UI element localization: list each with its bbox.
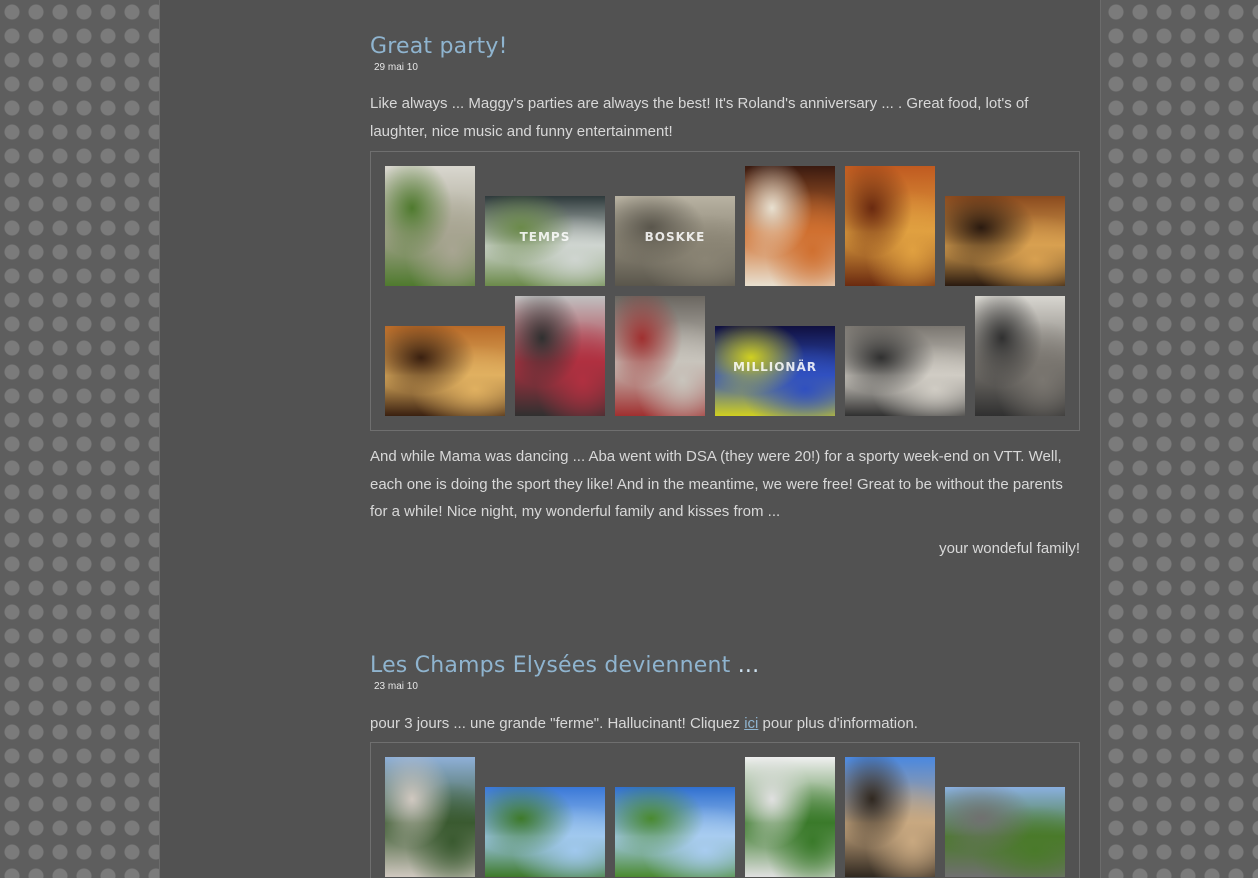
photo-stage-1[interactable]	[615, 296, 705, 416]
photo-park-2[interactable]	[615, 787, 735, 877]
photo-caption-text: BOSKKE	[644, 230, 706, 245]
post-title-ellipsis[interactable]: ...	[738, 653, 760, 678]
post-title[interactable]: Great party!	[370, 34, 1080, 60]
photo-stage-3[interactable]	[975, 296, 1065, 416]
blog-post: Great party! 29 mai 10 Like always ... M…	[370, 34, 1080, 557]
photo-avenue-crowd[interactable]	[385, 757, 475, 877]
photo-cellar-guests[interactable]	[945, 196, 1065, 286]
post-body: And while Mama was dancing ... Aba went …	[370, 448, 1063, 520]
photo-cellar-crowd[interactable]	[385, 326, 505, 416]
photo-caption-text: MILLIONÄR	[733, 360, 817, 375]
post-date: 29 mai 10	[374, 62, 418, 73]
photo-caption-text: TEMPS	[519, 230, 571, 245]
photo-gallery	[370, 742, 1080, 878]
post-intro-text: pour 3 jours ... une grande "ferme". Hal…	[370, 715, 745, 732]
info-link[interactable]: ici	[744, 715, 758, 732]
post-intro-text-after: pour plus d'information.	[758, 715, 918, 732]
photo-boskke-box[interactable]: BOSKKE	[615, 196, 735, 286]
blog-post: Les Champs Elysées deviennent ... 23 mai…	[370, 653, 1080, 878]
photo-millionaire[interactable]: MILLIONÄR	[715, 326, 835, 416]
photo-plant-pot[interactable]	[385, 166, 475, 286]
photo-buffet-1[interactable]	[745, 166, 835, 286]
photo-topiary[interactable]	[745, 757, 835, 877]
photo-building[interactable]	[845, 757, 935, 877]
post-intro: pour 3 jours ... une grande "ferme". Hal…	[370, 710, 1080, 738]
post-intro: Like always ... Maggy's parties are alwa…	[370, 95, 1029, 140]
post-date: 23 mai 10	[374, 681, 418, 692]
photo-speaker[interactable]	[515, 296, 605, 416]
photo-eiffel-tower[interactable]	[945, 787, 1065, 877]
photo-gallery: TEMPS BOSKKE MILLIONÄR	[370, 151, 1080, 431]
post-title[interactable]: Les Champs Elysées deviennent ...	[370, 653, 1080, 679]
page-content: Great party! 29 mai 10 Like always ... M…	[159, 0, 1101, 878]
post-title-text[interactable]: Les Champs Elysées deviennent	[370, 653, 730, 678]
photo-park-1[interactable]	[485, 787, 605, 877]
photo-stage-2[interactable]	[845, 326, 965, 416]
photo-shop-display[interactable]: TEMPS	[485, 196, 605, 286]
post-signature: your wondeful family!	[939, 540, 1080, 557]
photo-buffet-2[interactable]	[845, 166, 935, 286]
